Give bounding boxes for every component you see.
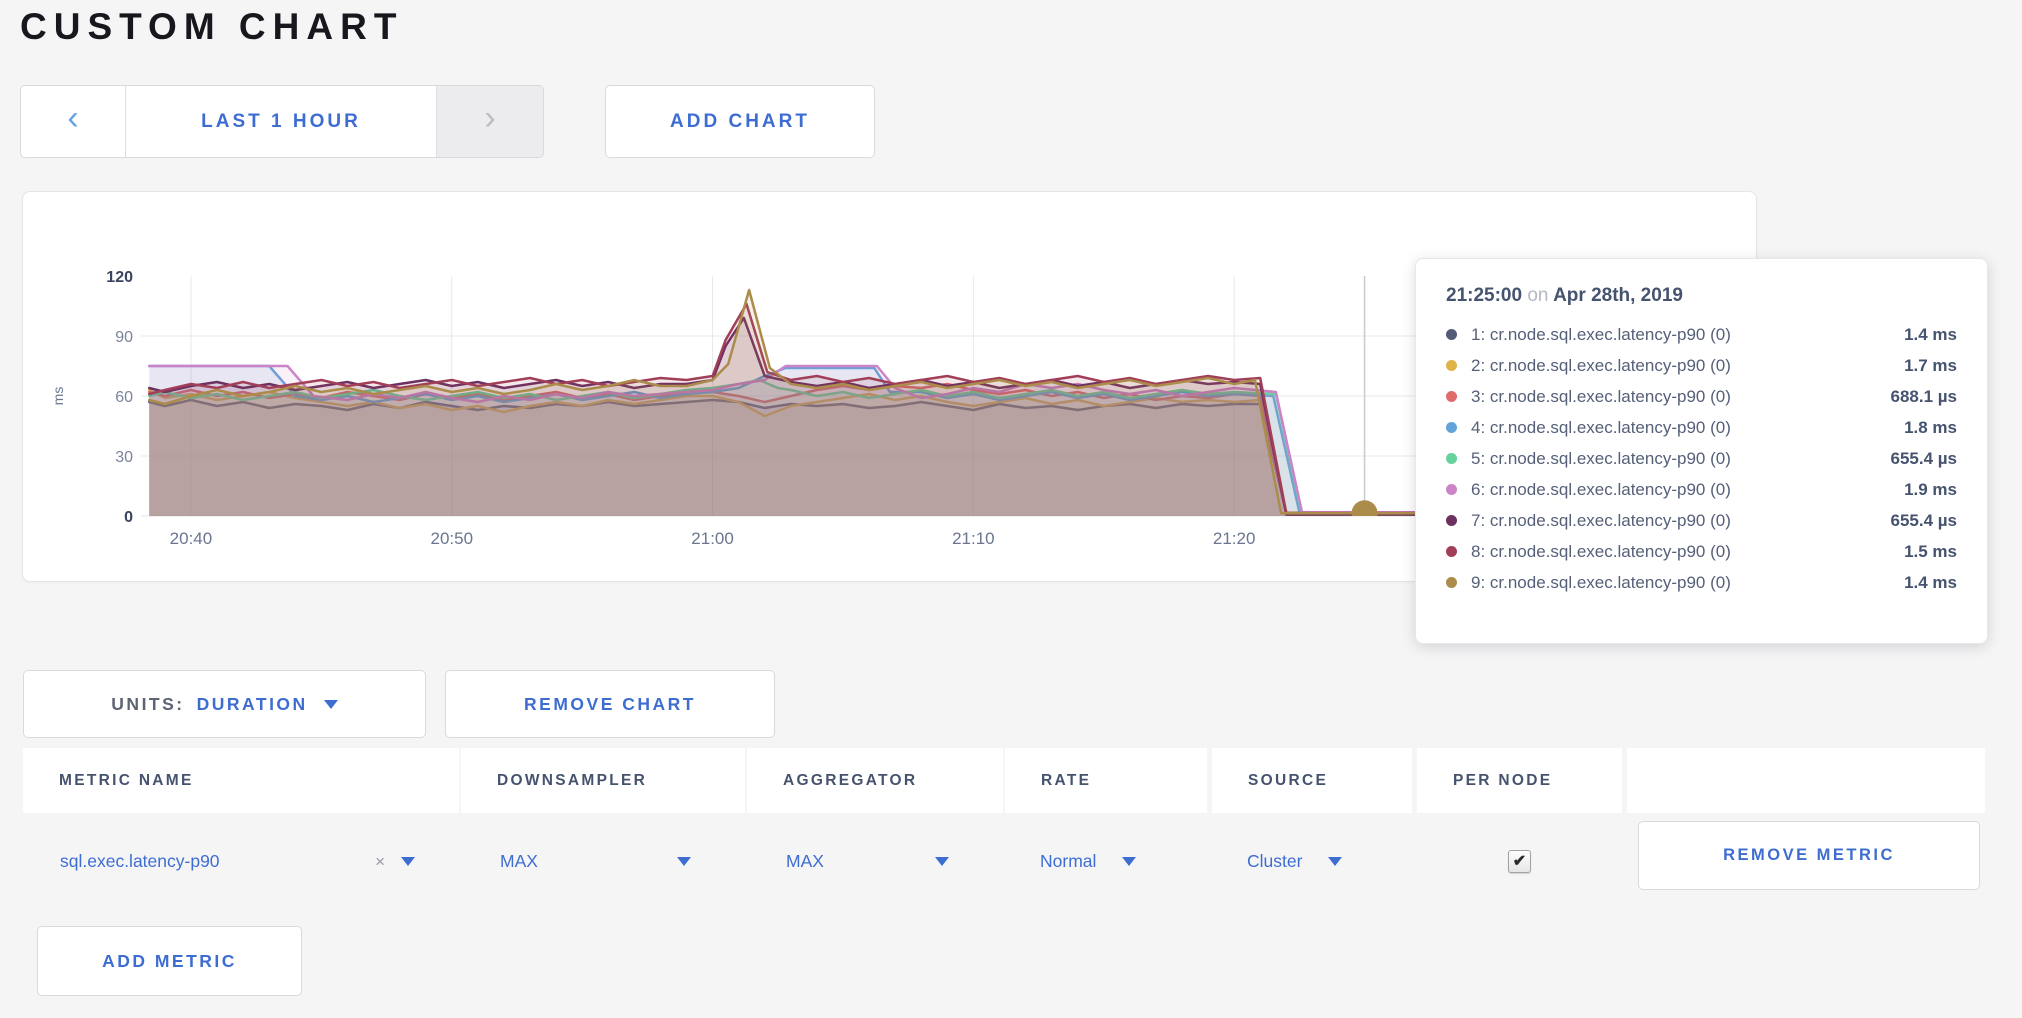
series-label: 9: cr.node.sql.exec.latency-p90 (0) [1471,573,1896,593]
svg-text:0: 0 [124,509,133,526]
header-aggregator: AGGREGATOR [747,748,1003,813]
tooltip-series-row: 3: cr.node.sql.exec.latency-p90 (0)688.1… [1446,381,1957,412]
rate-value: Normal [1040,851,1096,872]
series-value: 1.4 ms [1896,573,1957,593]
chevron-left-icon: ‹ [67,99,78,138]
series-color-dot [1446,484,1457,495]
chevron-down-icon [677,857,691,866]
source-dropdown[interactable]: Cluster [1212,813,1412,910]
tooltip-series-row: 2: cr.node.sql.exec.latency-p90 (0)1.7 m… [1446,350,1957,381]
series-label: 3: cr.node.sql.exec.latency-p90 (0) [1471,387,1882,407]
next-timerange-button[interactable]: › [436,86,543,157]
units-dropdown[interactable]: UNITS: DURATION [23,670,426,738]
tooltip-series-row: 8: cr.node.sql.exec.latency-p90 (0)1.5 m… [1446,536,1957,567]
header-actions [1627,748,1985,813]
series-value: 1.8 ms [1896,418,1957,438]
svg-text:ms: ms [50,387,66,406]
svg-text:30: 30 [115,449,133,466]
chevron-down-icon [935,857,949,866]
svg-text:120: 120 [106,269,133,286]
series-color-dot [1446,453,1457,464]
series-color-dot [1446,422,1457,433]
series-label: 7: cr.node.sql.exec.latency-p90 (0) [1471,511,1882,531]
aggregator-dropdown[interactable]: MAX [747,813,1003,910]
series-color-dot [1446,546,1457,557]
series-label: 1: cr.node.sql.exec.latency-p90 (0) [1471,325,1896,345]
series-label: 6: cr.node.sql.exec.latency-p90 (0) [1471,480,1896,500]
table-row-metric-name-cell: sql.exec.latency-p90 × [23,813,459,910]
series-color-dot [1446,360,1457,371]
chevron-down-icon [1328,857,1342,866]
series-value: 688.1 µs [1882,387,1957,407]
series-label: 2: cr.node.sql.exec.latency-p90 (0) [1471,356,1896,376]
downsampler-value: MAX [500,851,538,872]
svg-text:21:20: 21:20 [1213,529,1256,548]
series-label: 4: cr.node.sql.exec.latency-p90 (0) [1471,418,1896,438]
header-per-node: PER NODE [1417,748,1622,813]
series-color-dot [1446,329,1457,340]
units-value-label: DURATION [197,694,308,715]
series-label: 8: cr.node.sql.exec.latency-p90 (0) [1471,542,1896,562]
source-value: Cluster [1247,851,1302,872]
metric-name-link[interactable]: sql.exec.latency-p90 [60,851,220,872]
time-window-selector: ‹ LAST 1 HOUR › [20,85,544,158]
chevron-down-icon [324,700,338,709]
svg-text:21:00: 21:00 [691,529,734,548]
header-source: SOURCE [1212,748,1412,813]
svg-text:20:50: 20:50 [430,529,473,548]
clear-metric-icon[interactable]: × [375,852,385,872]
header-metric-name: METRIC NAME [23,748,459,813]
header-downsampler: DOWNSAMPLER [461,748,745,813]
series-value: 1.5 ms [1896,542,1957,562]
svg-text:90: 90 [115,329,133,346]
chevron-right-icon: › [484,99,495,138]
tooltip-series-row: 7: cr.node.sql.exec.latency-p90 (0)655.4… [1446,505,1957,536]
series-value: 1.4 ms [1896,325,1957,345]
downsampler-dropdown[interactable]: MAX [461,813,745,910]
svg-text:60: 60 [115,389,133,406]
chevron-down-icon [1122,857,1136,866]
page-title: CUSTOM CHART [20,6,403,48]
tooltip-series-row: 1: cr.node.sql.exec.latency-p90 (0)1.4 m… [1446,319,1957,350]
tooltip-timestamp: 21:25:00 on Apr 28th, 2019 [1446,285,1957,307]
tooltip-series-row: 9: cr.node.sql.exec.latency-p90 (0)1.4 m… [1446,567,1957,598]
header-rate: RATE [1005,748,1207,813]
series-value: 1.9 ms [1896,480,1957,500]
svg-text:20:40: 20:40 [170,529,213,548]
chart-tooltip: 21:25:00 on Apr 28th, 2019 1: cr.node.sq… [1415,258,1988,644]
series-color-dot [1446,515,1457,526]
remove-chart-button[interactable]: REMOVE CHART [445,670,775,738]
add-metric-button[interactable]: ADD METRIC [37,926,302,996]
remove-metric-button[interactable]: REMOVE METRIC [1638,821,1980,890]
tooltip-series-row: 4: cr.node.sql.exec.latency-p90 (0)1.8 m… [1446,412,1957,443]
series-value: 655.4 µs [1882,449,1957,469]
rate-dropdown[interactable]: Normal [1005,813,1207,910]
tooltip-series-list: 1: cr.node.sql.exec.latency-p90 (0)1.4 m… [1446,319,1957,598]
timerange-label: LAST 1 HOUR [201,111,361,133]
series-color-dot [1446,577,1457,588]
series-label: 5: cr.node.sql.exec.latency-p90 (0) [1471,449,1882,469]
per-node-cell [1417,813,1622,910]
add-chart-button[interactable]: ADD CHART [605,85,875,158]
svg-text:21:10: 21:10 [952,529,995,548]
units-prefix-label: UNITS: [111,694,184,715]
per-node-checkbox[interactable] [1508,850,1531,873]
prev-timerange-button[interactable]: ‹ [21,86,126,157]
series-color-dot [1446,391,1457,402]
tooltip-series-row: 6: cr.node.sql.exec.latency-p90 (0)1.9 m… [1446,474,1957,505]
timerange-dropdown[interactable]: LAST 1 HOUR [126,86,436,157]
aggregator-value: MAX [786,851,824,872]
tooltip-time: 21:25:00 [1446,285,1522,306]
metric-dropdown-caret-icon[interactable] [401,857,415,866]
series-value: 655.4 µs [1882,511,1957,531]
series-value: 1.7 ms [1896,356,1957,376]
tooltip-series-row: 5: cr.node.sql.exec.latency-p90 (0)655.4… [1446,443,1957,474]
